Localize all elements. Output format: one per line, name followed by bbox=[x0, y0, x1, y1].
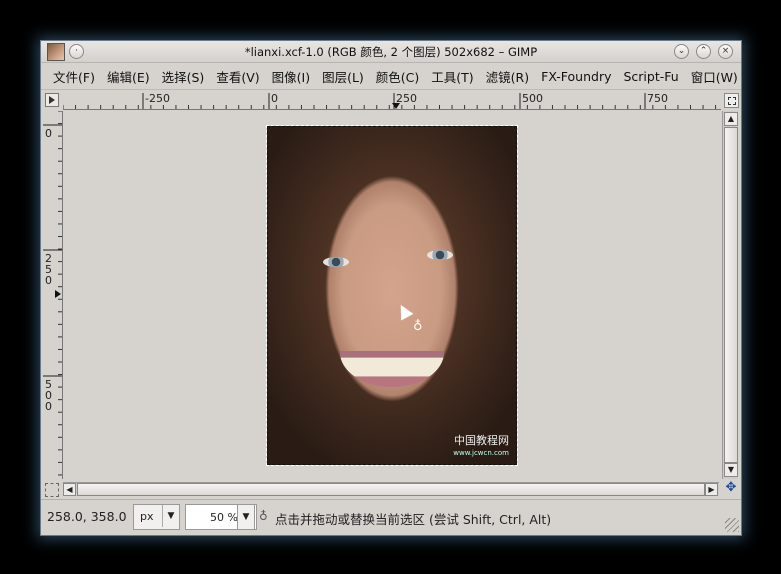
ruler-label: 750 bbox=[647, 92, 668, 105]
quick-mask-toggle[interactable] bbox=[45, 483, 59, 497]
vertical-scrollbar[interactable]: ▲ ▼ bbox=[722, 111, 738, 479]
ruler-label: 500 bbox=[45, 378, 52, 413]
menu-item[interactable]: 文件(F) bbox=[47, 67, 101, 86]
right-eye bbox=[427, 250, 453, 260]
menu-item[interactable]: 颜色(C) bbox=[370, 67, 425, 86]
portrait-image[interactable]: 中国教程网 www.jcwcn.com ♁ bbox=[266, 125, 518, 466]
pointer-coordinates: 258.0, 358.0 bbox=[47, 509, 127, 524]
ruler-label: 500 bbox=[522, 92, 543, 105]
menu-item[interactable]: FX-Foundry bbox=[535, 69, 617, 84]
menu-item[interactable]: 选择(S) bbox=[156, 67, 211, 86]
left-eye bbox=[323, 257, 349, 267]
horizontal-scroll-thumb[interactable] bbox=[77, 483, 705, 496]
scroll-down-icon[interactable]: ▼ bbox=[724, 463, 738, 477]
chevron-down-icon[interactable]: ▼ bbox=[237, 504, 255, 530]
lasso-cursor-icon: ♁ bbox=[413, 319, 423, 334]
menu-item[interactable]: 窗口(W) bbox=[685, 67, 744, 86]
vertical-scroll-thumb[interactable] bbox=[724, 127, 738, 463]
image-menu-button[interactable] bbox=[45, 93, 59, 107]
navigate-icon[interactable]: ✥ bbox=[725, 481, 737, 494]
menu-item[interactable]: Script-Fu bbox=[617, 69, 684, 84]
watermark-sub: www.jcwcn.com bbox=[453, 449, 509, 457]
image-canvas[interactable]: 中国教程网 www.jcwcn.com ♁ bbox=[63, 111, 720, 479]
status-bar: 258.0, 358.0 px ▼ ▼ ♁ 点击并拖动或替换当前选区 (尝试 S… bbox=[41, 499, 741, 534]
smile bbox=[340, 351, 444, 387]
ruler-pointer-marker bbox=[392, 103, 400, 109]
unit-selector[interactable]: px ▼ bbox=[133, 504, 180, 530]
gimp-image-window: · *lianxi.xcf-1.0 (RGB 颜色, 2 个图层) 502x68… bbox=[40, 40, 742, 536]
ruler-label: 250 bbox=[45, 252, 52, 287]
vertical-ruler[interactable]: 0 250 500 bbox=[41, 111, 63, 479]
menu-item[interactable]: 工具(T) bbox=[425, 67, 479, 86]
chevron-down-icon[interactable]: ▼ bbox=[162, 505, 179, 527]
lasso-select-icon: ♁ bbox=[259, 509, 268, 523]
menu-item[interactable]: 查看(V) bbox=[210, 67, 265, 86]
ruler-label: -250 bbox=[145, 92, 170, 105]
maximize-icon[interactable]: ⌃ bbox=[696, 44, 711, 59]
horizontal-ruler[interactable]: -250 0 250 500 750 bbox=[63, 91, 721, 110]
title-bar[interactable]: · *lianxi.xcf-1.0 (RGB 颜色, 2 个图层) 502x68… bbox=[41, 41, 741, 63]
ruler-label: 0 bbox=[45, 127, 52, 140]
resize-grip[interactable] bbox=[725, 518, 739, 532]
menu-item[interactable]: 滤镜(R) bbox=[480, 67, 535, 86]
window-title: *lianxi.xcf-1.0 (RGB 颜色, 2 个图层) 502x682 … bbox=[244, 45, 538, 59]
close-icon[interactable]: × bbox=[718, 44, 733, 59]
watermark-main: 中国教程网 bbox=[454, 434, 509, 447]
ruler-label: 0 bbox=[271, 92, 278, 105]
menu-item[interactable]: 图层(L) bbox=[316, 67, 370, 86]
zoom-input[interactable] bbox=[188, 508, 240, 526]
scroll-left-icon[interactable]: ◀ bbox=[63, 483, 76, 496]
horizontal-scrollbar[interactable]: ◀ ▶ bbox=[63, 482, 719, 496]
scroll-right-icon[interactable]: ▶ bbox=[705, 483, 718, 496]
watermark: 中国教程网 www.jcwcn.com bbox=[453, 435, 509, 459]
ruler-pointer-marker bbox=[55, 290, 61, 298]
status-message: 点击并拖动或替换当前选区 (尝试 Shift, Ctrl, Alt) bbox=[275, 512, 552, 527]
scroll-up-icon[interactable]: ▲ bbox=[724, 112, 738, 126]
menu-bar: 文件(F) 编辑(E) 选择(S) 查看(V) 图像(I) 图层(L) 颜色(C) 工具(T)… bbox=[41, 63, 741, 90]
menu-item[interactable]: 图像(I) bbox=[266, 67, 316, 86]
unit-value: px bbox=[140, 510, 154, 523]
menu-item[interactable]: 编辑(E) bbox=[101, 67, 156, 86]
zoom-to-fit-icon[interactable] bbox=[724, 93, 739, 108]
mouse-pointer-icon bbox=[394, 301, 414, 321]
minimize-icon[interactable]: ⌄ bbox=[674, 44, 689, 59]
